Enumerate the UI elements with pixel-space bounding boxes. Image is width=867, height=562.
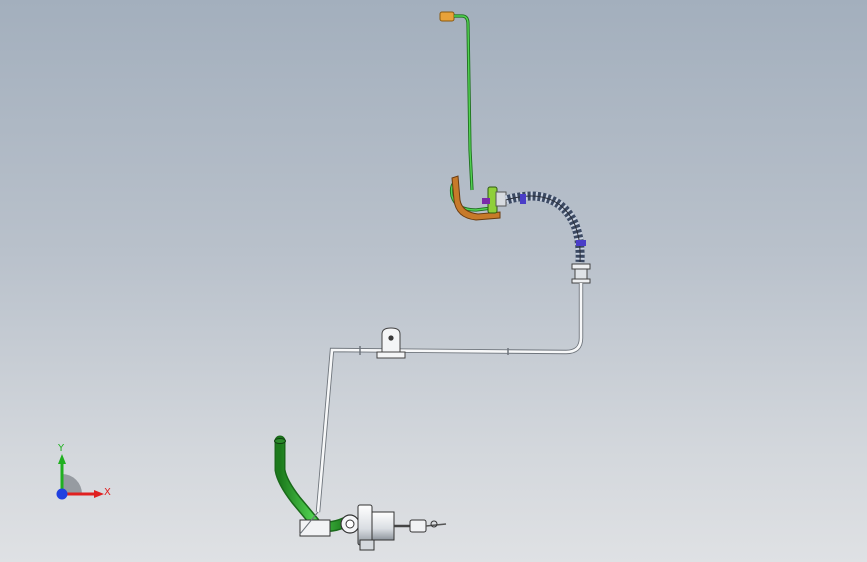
- axis-y-label: Y: [58, 443, 65, 454]
- master-cylinder-feed-hose: [274, 435, 352, 533]
- spring-protected-hose: [504, 191, 586, 263]
- cad-viewport[interactable]: Y X: [0, 0, 867, 562]
- axis-x-label: X: [104, 487, 111, 498]
- hose-end-fitting: [439, 11, 455, 22]
- rigid-brake-line: [315, 283, 584, 513]
- clutch-hydraulic-assembly-model[interactable]: [0, 0, 867, 562]
- line-clip-bracket: [376, 327, 406, 359]
- reservoir-feed-hose: [439, 11, 493, 212]
- coordinate-triad-icon: [56, 454, 104, 500]
- clutch-master-cylinder: [299, 504, 447, 551]
- inline-fitting: [571, 263, 591, 284]
